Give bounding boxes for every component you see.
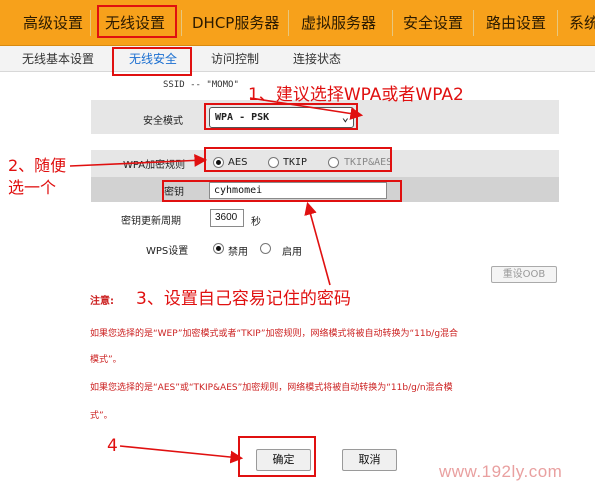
sub-nav-item-access-control[interactable]: 访问控制 — [211, 46, 259, 72]
reset-oob-button[interactable]: 重设OOB — [491, 266, 557, 283]
annotation-step-2b: 选一个 — [8, 178, 57, 197]
note-line-2-cont: 式”。 — [90, 411, 113, 421]
wps-label: WPS设置 — [146, 246, 189, 257]
wps-radio-disable[interactable] — [213, 243, 224, 254]
nav-divider — [181, 10, 182, 36]
top-nav-item-security[interactable]: 安全设置 — [403, 0, 463, 46]
highlight-security-subtab — [112, 47, 192, 76]
wps-radio-enable[interactable] — [260, 243, 271, 254]
watermark: www.192ly.com — [439, 462, 563, 481]
top-nav: 高级设置 无线设置 DHCP服务器 虚拟服务器 安全设置 路由设置 系统 — [0, 0, 595, 46]
nav-divider — [90, 10, 91, 36]
top-nav-item-routing[interactable]: 路由设置 — [486, 0, 546, 46]
note-line-1-cont: 模式”。 — [90, 355, 122, 365]
cancel-button[interactable]: 取消 — [342, 449, 397, 471]
annotation-step-3: 3、设置自己容易记住的密码 — [136, 289, 351, 309]
nav-divider — [392, 10, 393, 36]
annotation-step-4: 4 — [107, 436, 118, 456]
annotation-step-2a: 2、随便 — [8, 156, 67, 175]
nav-divider — [473, 10, 474, 36]
nav-divider — [288, 10, 289, 36]
sub-nav-item-connection-status[interactable]: 连接状态 — [293, 46, 341, 72]
wps-option-enable: 启用 — [282, 247, 302, 258]
sub-nav: 无线基本设置 无线安全 访问控制 连接状态 — [0, 46, 595, 72]
highlight-cipher — [204, 147, 392, 172]
top-nav-item-dhcp[interactable]: DHCP服务器 — [192, 0, 279, 46]
top-nav-item-virtual-server[interactable]: 虚拟服务器 — [301, 0, 376, 46]
note-line-2: 如果您选择的是“AES”或“TKIP&AES”加密规则，网络模式将被自动转换为“… — [90, 383, 453, 393]
top-nav-item-system[interactable]: 系统 — [569, 0, 595, 46]
note-line-1: 如果您选择的是“WEP”加密模式或者“TKIP”加密规则，网络模式将被自动转换为… — [90, 329, 459, 339]
renew-period-label: 密钥更新周期 — [121, 216, 181, 227]
cipher-label: WPA加密规则 — [123, 160, 186, 171]
sub-nav-item-basic[interactable]: 无线基本设置 — [22, 46, 94, 72]
highlight-ok-button — [238, 436, 316, 477]
nav-divider — [557, 10, 558, 36]
note-title: 注意: — [90, 296, 114, 307]
highlight-wireless-tab — [97, 5, 177, 38]
highlight-key — [162, 180, 402, 202]
wps-option-disable: 禁用 — [228, 247, 248, 258]
renew-period-input[interactable]: 3600 — [210, 209, 244, 227]
highlight-security-mode — [204, 103, 358, 130]
annotation-step-1: 1、建议选择WPA或者WPA2 — [248, 85, 464, 105]
ssid-line: SSID -- "MOMO" — [163, 80, 239, 90]
top-nav-item-advanced[interactable]: 高级设置 — [23, 0, 83, 46]
security-mode-label: 安全模式 — [143, 116, 183, 127]
renew-period-unit: 秒 — [251, 217, 261, 228]
